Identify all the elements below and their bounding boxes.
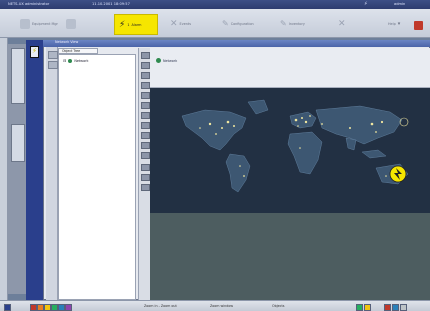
toolbar-inventory-button[interactable]: ✎ Inventory bbox=[280, 14, 328, 33]
app-title: NETS-UX administrator bbox=[8, 2, 50, 6]
select-tool[interactable] bbox=[141, 82, 150, 89]
link-tool[interactable] bbox=[141, 92, 150, 99]
filter-tool[interactable] bbox=[141, 164, 150, 171]
user-name: admin bbox=[394, 2, 406, 6]
search-tool[interactable] bbox=[141, 174, 150, 181]
status-icon-2[interactable] bbox=[37, 304, 44, 311]
status-icon-1[interactable] bbox=[30, 304, 37, 311]
main-toolbar: Equipment Mgr ⚡ 1 Alarm ✕ Events ✎ Confi… bbox=[0, 9, 430, 38]
refresh-tool[interactable] bbox=[141, 142, 150, 149]
toolbar-configuration-button[interactable]: ✎ Configuration bbox=[222, 14, 272, 33]
map-header: Network bbox=[150, 48, 430, 88]
window-title-bar: Network View bbox=[43, 40, 430, 47]
side-panel-column bbox=[8, 44, 26, 294]
status-icon-6[interactable] bbox=[65, 304, 72, 311]
map-label: Network bbox=[156, 58, 177, 63]
network-icon bbox=[68, 58, 73, 63]
side-tab-2[interactable] bbox=[11, 124, 25, 162]
pencil-icon: ✎ bbox=[222, 19, 229, 28]
pencil-icon: ✎ bbox=[280, 19, 287, 28]
tool-button-1[interactable] bbox=[48, 51, 58, 59]
top-title-bar: NETS-UX administrator 11.10.2001 18:09:5… bbox=[0, 0, 430, 9]
status-icon-10[interactable] bbox=[392, 304, 399, 311]
map-empty-area bbox=[150, 213, 430, 300]
mode-status: Zoom window bbox=[210, 304, 234, 308]
pan-tool[interactable] bbox=[141, 72, 150, 79]
zoom-in-tool[interactable] bbox=[141, 52, 150, 59]
toolbar-alarm-button[interactable]: ⚡ 1 Alarm bbox=[114, 14, 158, 35]
start-icon[interactable] bbox=[4, 304, 11, 311]
alarm-count: 1 bbox=[127, 22, 130, 27]
toolbar-events-button[interactable]: ✕ Events bbox=[170, 14, 210, 33]
navigation-panel: ⚡ bbox=[26, 40, 43, 300]
status-icon-11[interactable] bbox=[400, 304, 407, 311]
tool-button-2[interactable] bbox=[48, 61, 58, 69]
zoom-status: Zoom in - Zoom out bbox=[144, 304, 177, 308]
status-icon-5[interactable] bbox=[58, 304, 65, 311]
close-icon: ✕ bbox=[170, 18, 178, 29]
layer-tool[interactable] bbox=[141, 132, 150, 139]
window-vertical-toolbar bbox=[46, 47, 58, 300]
datetime-text: 11.10.2001 18:09:57 bbox=[92, 2, 130, 6]
status-icon-9[interactable] bbox=[384, 304, 391, 311]
lightning-icon: ⚡ bbox=[119, 19, 126, 30]
print-tool[interactable] bbox=[141, 152, 150, 159]
status-icon-8[interactable] bbox=[364, 304, 371, 311]
expand-icon[interactable]: ⊟ bbox=[63, 58, 66, 63]
toolbar-equipment-button[interactable]: Equipment Mgr bbox=[20, 14, 60, 33]
side-tab-1[interactable] bbox=[11, 48, 25, 104]
tree-item-network[interactable]: ⊟ Network bbox=[63, 58, 89, 63]
status-icon-4[interactable] bbox=[51, 304, 58, 311]
close-icon: ✕ bbox=[338, 18, 346, 29]
zoom-out-tool[interactable] bbox=[141, 62, 150, 69]
map-tool-column bbox=[138, 48, 150, 300]
exit-icon[interactable] bbox=[414, 21, 423, 30]
toolbar-close-button[interactable]: ✕ bbox=[338, 14, 358, 33]
status-bar: Zoom in - Zoom out Zoom window Objects bbox=[0, 300, 430, 311]
status-icon-3[interactable] bbox=[44, 304, 51, 311]
toolbar-help-button[interactable]: Help ▾ bbox=[388, 14, 414, 33]
object-tree-panel: ⊟ Network bbox=[58, 54, 136, 300]
alarm-indicator[interactable] bbox=[389, 165, 407, 183]
network-icon bbox=[156, 58, 161, 63]
grid-tool[interactable] bbox=[141, 122, 150, 129]
left-dock-strip bbox=[0, 38, 8, 300]
info-tool[interactable] bbox=[141, 184, 150, 191]
label-tool[interactable] bbox=[141, 112, 150, 119]
chevron-down-icon: ▾ bbox=[397, 20, 401, 27]
lightning-icon: ⚡ bbox=[364, 1, 368, 7]
alarm-label: Alarm bbox=[131, 22, 142, 27]
status-icon-7[interactable] bbox=[356, 304, 363, 311]
world-map-view[interactable] bbox=[150, 88, 430, 213]
world-map-svg bbox=[150, 88, 430, 213]
equipment-icon bbox=[20, 18, 30, 29]
toolbar-blank-button[interactable] bbox=[66, 14, 106, 33]
node-tool[interactable] bbox=[141, 102, 150, 109]
lightning-icon[interactable]: ⚡ bbox=[30, 46, 39, 58]
objects-status: Objects bbox=[272, 304, 285, 308]
window-icon bbox=[66, 18, 76, 29]
